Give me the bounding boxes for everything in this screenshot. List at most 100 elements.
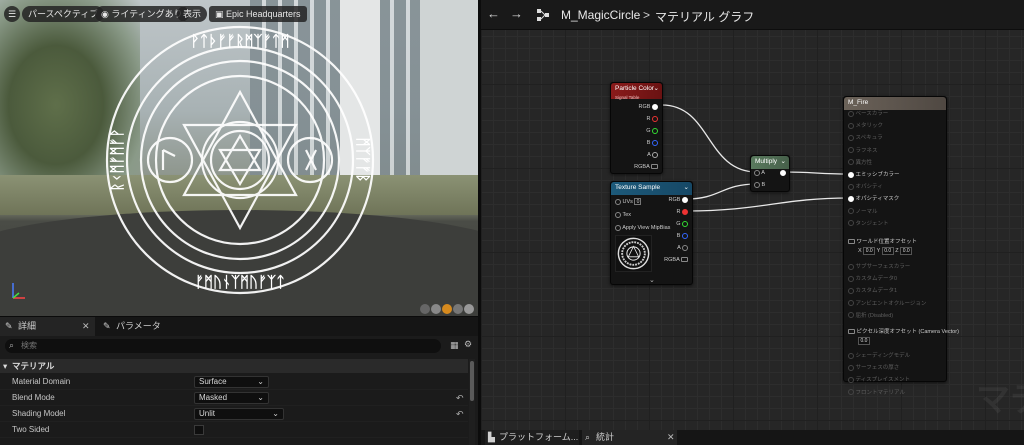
result-pin[interactable]: メタリック (848, 121, 883, 131)
pin-dot[interactable] (848, 134, 854, 141)
material-domain-combo[interactable]: Surface ⌄ (194, 376, 269, 388)
result-pin[interactable]: アンビエントオクルージョン (848, 299, 926, 309)
material-graph-canvas[interactable]: ← → M_MagicCircle > マテリアル グラフ Particle C… (481, 0, 1024, 445)
pin-dot[interactable] (615, 224, 621, 231)
pin-a[interactable]: A (647, 150, 658, 160)
pin-dot[interactable] (848, 147, 854, 154)
pin-dot[interactable] (848, 376, 854, 383)
pin-r[interactable]: R (676, 207, 688, 217)
result-pin[interactable]: カスタムデータ1 (848, 286, 897, 296)
pin-dot[interactable] (652, 151, 658, 158)
tab-stats[interactable]: ⌕ 統計 ✕ (582, 430, 677, 445)
tab-details[interactable]: ✎ 詳細 ✕ (0, 317, 95, 336)
pin-dot[interactable] (754, 181, 760, 188)
blend-mode-combo[interactable]: Masked ⌄ (194, 392, 269, 404)
plane-icon[interactable] (442, 303, 452, 314)
pin-dot[interactable] (848, 171, 854, 178)
back-arrow-icon[interactable]: ← (487, 6, 500, 21)
result-pin[interactable]: 異方性 (848, 158, 872, 168)
reset-icon[interactable]: ↶ (456, 406, 464, 422)
table-view-icon[interactable]: ▦ (450, 340, 459, 351)
pin-dot[interactable] (780, 169, 786, 176)
pin-dot[interactable] (848, 195, 854, 202)
wpo-z-field[interactable]: 0.0 (900, 246, 913, 255)
pin-dot[interactable] (615, 211, 621, 218)
pin-b[interactable]: B (647, 138, 658, 148)
pin-output[interactable] (780, 168, 786, 178)
pin-rgba[interactable]: RGBA (634, 162, 658, 172)
reset-icon[interactable]: ↶ (456, 390, 464, 406)
pin-dot[interactable] (848, 329, 855, 335)
result-pin[interactable]: オパシティ (848, 182, 883, 192)
pin-dot[interactable] (754, 169, 760, 176)
lighting-mode-button[interactable]: ◉ ライティングあり (95, 6, 189, 22)
teapot-icon[interactable] (464, 303, 474, 314)
section-material[interactable]: ▾ マテリアル (0, 359, 468, 373)
close-icon[interactable]: ✕ (82, 317, 90, 336)
pin-dot[interactable] (848, 239, 855, 245)
pin-dot[interactable] (682, 232, 688, 239)
result-pin[interactable]: ラフネス (848, 146, 878, 156)
chevron-down-icon[interactable]: ⌄ (649, 276, 655, 284)
result-pin[interactable]: タンジェント (848, 219, 889, 229)
pin-dot[interactable] (848, 122, 854, 129)
pin-r[interactable]: R (646, 114, 658, 124)
wpo-x-field[interactable]: 0.0 (863, 246, 876, 255)
pin-dot[interactable] (848, 208, 854, 215)
result-pin[interactable]: ディスプレイスメント (848, 375, 910, 385)
pin-dot[interactable] (651, 164, 658, 170)
node-particle-color[interactable]: Particle Color Signal Table ⌄ RGB R G B … (610, 82, 663, 174)
pin-dot[interactable] (652, 103, 658, 110)
pin-dot[interactable] (681, 257, 688, 263)
wpo-y-field[interactable]: 0.0 (881, 246, 894, 255)
pin-rgb[interactable]: RGB (639, 102, 658, 112)
preview-mesh-selector[interactable] (419, 303, 474, 314)
pin-dot[interactable] (848, 300, 854, 307)
cylinder-icon[interactable] (420, 303, 430, 314)
result-pin[interactable]: サブサーフェスカラー (848, 262, 910, 272)
tab-parameters[interactable]: ✎ パラメータ (98, 317, 218, 336)
breadcrumb-graph[interactable]: マテリアル グラフ (655, 8, 754, 25)
gear-icon[interactable]: ⚙ (464, 339, 472, 350)
level-selector[interactable]: ▣ Epic Headquarters (209, 6, 307, 22)
pixel-depth-field[interactable]: 0.0 (858, 336, 870, 345)
pin-dot[interactable] (682, 244, 688, 251)
result-pin[interactable]: スペキュラ (848, 133, 883, 143)
texture-thumbnail[interactable] (615, 235, 652, 272)
pin-g[interactable]: G (646, 126, 658, 136)
result-pin[interactable]: エミッシブカラー (848, 170, 900, 180)
search-input[interactable] (5, 339, 441, 353)
result-pin[interactable]: フロントマテリアル (848, 388, 905, 398)
pin-b[interactable]: B (677, 231, 688, 241)
shading-model-combo[interactable]: Unlit ⌄ (194, 408, 284, 420)
breadcrumb-material[interactable]: M_MagicCircle (561, 8, 640, 22)
pin-rgb[interactable]: RGB (669, 195, 688, 205)
pin-dot[interactable] (652, 139, 658, 146)
close-icon[interactable]: ✕ (667, 430, 675, 445)
pin-dot[interactable] (652, 115, 658, 122)
node-material-result[interactable]: M_Fire ベースカラー メタリック スペキュラ ラフネス 異方性 エミッシブ… (843, 96, 959, 396)
pin-rgba[interactable]: RGBA (664, 255, 688, 265)
pin-dot[interactable] (848, 364, 854, 371)
pin-dot[interactable] (848, 159, 854, 166)
tab-platform[interactable]: ▙ プラットフォーム... (485, 430, 579, 445)
pin-dot[interactable] (848, 312, 854, 319)
details-scrollbar[interactable] (469, 359, 475, 445)
result-pin[interactable]: ノーマル (848, 207, 878, 217)
pin-apply-view-mipbias[interactable]: Apply View MipBias (615, 223, 670, 233)
pin-dot[interactable] (682, 220, 688, 227)
scrollbar-thumb[interactable] (470, 361, 474, 401)
pin-dot[interactable] (848, 183, 854, 190)
result-pin[interactable]: 屈折 (Disabled) (848, 311, 893, 321)
sphere-icon[interactable] (431, 303, 441, 314)
result-pin[interactable]: シェーディングモデル (848, 351, 910, 361)
pin-dot[interactable] (848, 110, 854, 117)
forward-arrow-icon[interactable]: → (510, 6, 523, 21)
pin-uvs[interactable]: UVs 0 (615, 197, 642, 207)
uv-field[interactable]: 0 (634, 198, 642, 206)
pin-dot[interactable] (848, 220, 854, 227)
cube-icon[interactable] (453, 303, 463, 314)
pin-dot[interactable] (848, 389, 854, 396)
pin-dot[interactable] (848, 275, 854, 282)
level-viewport[interactable]: ᚹᛏᚦᚠᚠᚱᛗᛉᚠᛏᛗ ᚠᛗᚢᚾᛉᛗᚢᚠᛉᛏ ᚱᚲᛗᚠᛗᚠᚹ ᛗᛉᚠᚠᛒ ☰ パ… (0, 0, 478, 316)
